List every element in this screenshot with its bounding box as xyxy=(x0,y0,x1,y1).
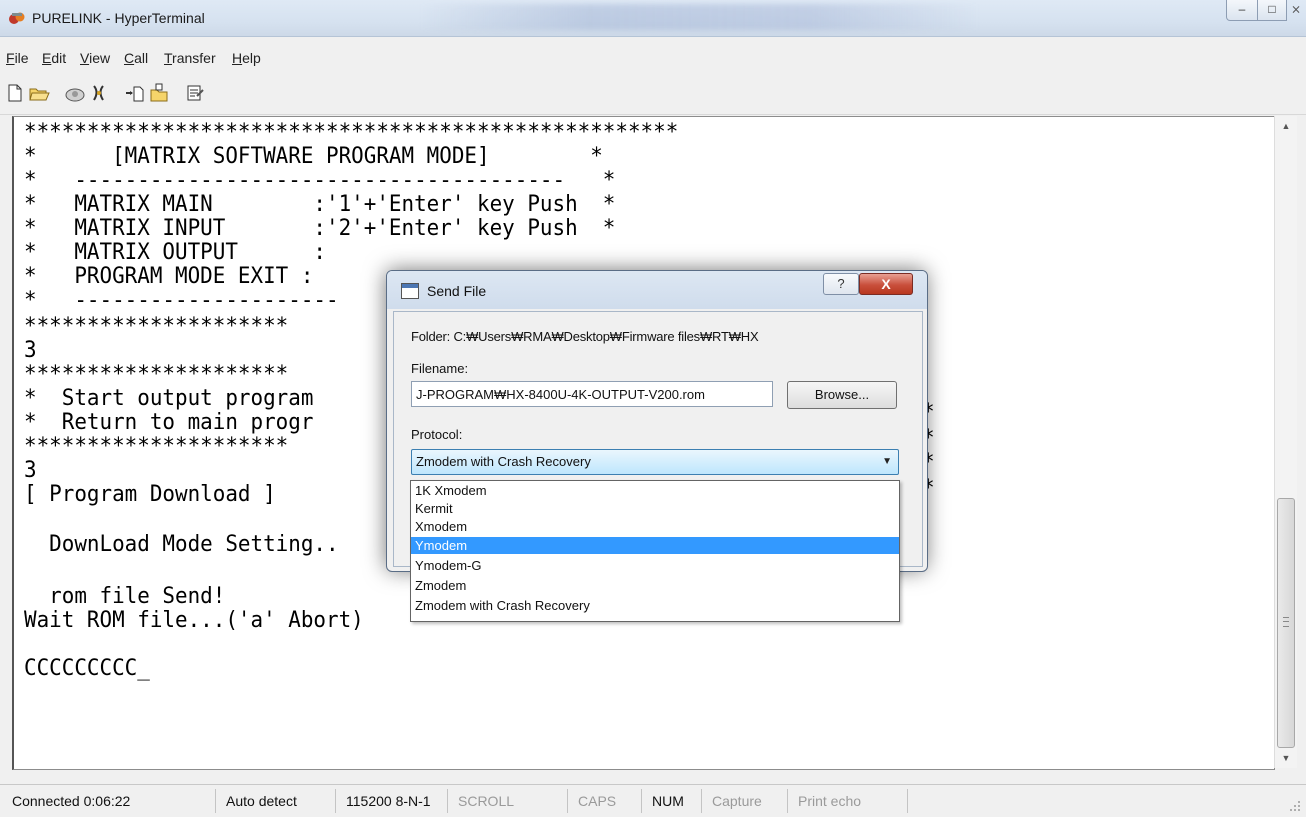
scrollbar-grip-icon xyxy=(1283,617,1289,627)
menu-file-label: ile xyxy=(14,50,29,66)
protocol-selected-value: Zmodem with Crash Recovery xyxy=(416,454,591,469)
menu-bar: File Edit View Call Transfer Help xyxy=(0,44,1306,68)
protocol-option[interactable]: Ymodem-G xyxy=(411,557,899,574)
maximize-button[interactable]: □ xyxy=(1257,0,1287,21)
menu-file[interactable]: File xyxy=(6,50,29,66)
menu-help-accel: H xyxy=(232,50,243,66)
folder-path-label: Folder: C:₩Users₩RMA₩Desktop₩Firmware fi… xyxy=(411,329,759,344)
status-print-echo: Print echo xyxy=(790,789,908,813)
terminal-line: * MATRIX INPUT :'2'+'Enter' key Push * xyxy=(24,216,616,241)
status-connected: Connected 0:06:22 xyxy=(4,789,216,813)
vertical-scrollbar[interactable]: ▲ ▼ xyxy=(1274,116,1297,768)
minimize-button[interactable]: – xyxy=(1226,0,1258,21)
receive-icon[interactable] xyxy=(148,82,170,104)
send-icon[interactable] xyxy=(124,82,146,104)
protocol-option[interactable]: Xmodem xyxy=(411,518,899,535)
menu-file-accel: F xyxy=(6,50,15,66)
hyperterminal-app-icon xyxy=(9,12,25,24)
menu-help-label: elp xyxy=(242,50,261,66)
title-bar-background xyxy=(420,4,980,30)
title-bar: PURELINK - HyperTerminal – □ ⨯ xyxy=(0,0,1306,37)
status-caps: CAPS xyxy=(570,789,642,813)
status-port-settings: 115200 8-N-1 xyxy=(338,789,448,813)
dialog-window-icon xyxy=(401,283,419,299)
properties-icon[interactable] xyxy=(184,82,206,104)
terminal-line: rom file Send! xyxy=(24,584,226,609)
terminal-line: 3 xyxy=(24,338,37,363)
browse-button[interactable]: Browse... xyxy=(787,381,897,409)
menu-call-label: all xyxy=(134,50,149,66)
menu-call-accel: C xyxy=(124,50,135,66)
protocol-dropdown-list: 1K Xmodem Kermit Xmodem Ymodem Ymodem-G … xyxy=(410,480,900,622)
terminal-line: Wait ROM file...('a' Abort) xyxy=(24,608,364,633)
terminal-line: * MATRIX OUTPUT : xyxy=(24,240,326,265)
dial-icon[interactable] xyxy=(64,82,86,104)
status-scroll: SCROLL xyxy=(450,789,568,813)
open-icon[interactable] xyxy=(28,82,50,104)
dialog-close-button[interactable]: X xyxy=(859,273,913,295)
status-capture: Capture xyxy=(704,789,788,813)
filename-label: Filename: xyxy=(411,361,469,376)
terminal-line: * MATRIX MAIN :'1'+'Enter' key Push * xyxy=(24,192,616,217)
protocol-label: Protocol: xyxy=(411,427,463,442)
scrollbar-thumb[interactable] xyxy=(1277,498,1295,748)
protocol-select[interactable]: Zmodem with Crash Recovery ▼ xyxy=(411,449,899,475)
menu-transfer-label: ransfer xyxy=(172,50,216,66)
terminal-cursor-line: CCCCCCCCC_ xyxy=(24,656,150,681)
menu-transfer-accel: T xyxy=(164,50,173,66)
terminal-line: * --------------------------------------… xyxy=(24,168,616,193)
protocol-option[interactable]: Zmodem xyxy=(411,577,899,594)
menu-edit-label: dit xyxy=(51,50,67,66)
terminal-line: ********************* xyxy=(24,314,289,339)
scroll-down-arrow-icon[interactable]: ▼ xyxy=(1275,748,1297,768)
terminal-line: * [MATRIX SOFTWARE PROGRAM MODE] * xyxy=(24,144,603,169)
terminal-line: ********************* xyxy=(24,434,289,459)
window-title: PURELINK - HyperTerminal xyxy=(32,10,205,26)
menu-call[interactable]: Call xyxy=(124,50,148,66)
scroll-up-arrow-icon[interactable]: ▲ xyxy=(1275,116,1297,136)
dropdown-arrow-icon[interactable]: ▼ xyxy=(882,450,892,474)
protocol-option[interactable]: 1K Xmodem xyxy=(411,482,899,499)
menu-edit[interactable]: Edit xyxy=(42,50,66,66)
terminal-line: ****************************************… xyxy=(24,120,679,145)
terminal-line: DownLoad Mode Setting.. xyxy=(24,532,339,557)
terminal-line: * Return to main progr xyxy=(24,410,314,435)
menu-view-accel: V xyxy=(80,50,90,66)
disconnect-icon[interactable] xyxy=(88,82,110,104)
toolbar xyxy=(0,74,1306,115)
terminal-line: 3 xyxy=(24,458,37,483)
dialog-title: Send File xyxy=(427,283,487,299)
menu-view[interactable]: View xyxy=(80,50,110,66)
terminal-line: * PROGRAM MODE EXIT : xyxy=(24,264,314,289)
protocol-option-highlighted[interactable]: Ymodem xyxy=(411,537,899,554)
new-connection-icon[interactable] xyxy=(4,82,26,104)
dialog-help-button[interactable]: ? xyxy=(823,273,859,295)
menu-edit-accel: E xyxy=(42,50,52,66)
status-bar: Connected 0:06:22 Auto detect 115200 8-N… xyxy=(0,784,1306,817)
menu-view-label: iew xyxy=(89,50,111,66)
terminal-line: * --------------------- xyxy=(24,288,339,313)
close-window-button[interactable]: ⨯ xyxy=(1286,0,1306,20)
terminal-line: ********************* xyxy=(24,362,289,387)
protocol-option[interactable]: Kermit xyxy=(411,500,899,517)
menu-help[interactable]: Help xyxy=(232,50,261,66)
protocol-option[interactable]: Zmodem with Crash Recovery xyxy=(411,597,899,614)
filename-input[interactable]: J-PROGRAM₩HX-8400U-4K-OUTPUT-V200.rom xyxy=(411,381,773,407)
status-num: NUM xyxy=(644,789,702,813)
menu-transfer[interactable]: Transfer xyxy=(164,50,216,66)
terminal-line: [ Program Download ] xyxy=(24,482,276,507)
terminal-line: * Start output program xyxy=(24,386,314,411)
status-auto-detect: Auto detect xyxy=(218,789,336,813)
resize-grip-icon[interactable] xyxy=(1288,799,1302,813)
